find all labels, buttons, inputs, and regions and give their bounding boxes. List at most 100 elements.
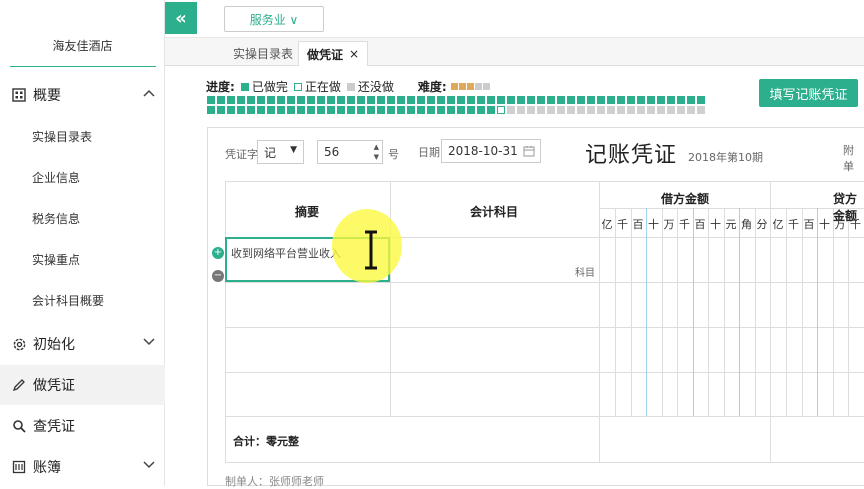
progress-square[interactable] [297,96,305,104]
progress-square[interactable] [317,96,325,104]
progress-square[interactable] [297,106,305,114]
progress-square[interactable] [637,106,645,114]
progress-square[interactable] [567,96,575,104]
progress-square[interactable] [657,106,665,114]
progress-square[interactable] [677,106,685,114]
add-row-icon[interactable]: + [212,247,224,259]
progress-square[interactable] [237,96,245,104]
progress-square[interactable] [517,106,525,114]
progress-square[interactable] [377,106,385,114]
progress-square[interactable] [487,106,495,114]
progress-square[interactable] [557,96,565,104]
progress-square[interactable] [457,106,465,114]
progress-square[interactable] [277,106,285,114]
progress-square[interactable] [577,106,585,114]
progress-square[interactable] [647,96,655,104]
nav-overview[interactable]: 概要 [0,75,165,115]
progress-square[interactable] [527,106,535,114]
collapse-sidebar-button[interactable]: « [165,2,197,34]
progress-square[interactable] [427,96,435,104]
progress-square[interactable] [467,96,475,104]
progress-square[interactable] [607,96,615,104]
progress-square[interactable] [537,96,545,104]
progress-square[interactable] [207,106,215,114]
date-field[interactable]: 2018-10-31 [441,139,541,163]
progress-square[interactable] [247,106,255,114]
sidebar-item-key-points[interactable]: 实操重点 [32,251,80,268]
progress-square[interactable] [407,106,415,114]
tab-make-voucher[interactable]: 做凭证 × [298,41,369,66]
progress-square[interactable] [607,106,615,114]
industry-dropdown[interactable]: 服务业 ∨ [224,6,324,32]
progress-square[interactable] [267,96,275,104]
progress-square[interactable] [317,106,325,114]
progress-square[interactable] [377,96,385,104]
progress-square[interactable] [387,96,395,104]
progress-square[interactable] [427,106,435,114]
progress-square[interactable] [327,96,335,104]
progress-square[interactable] [457,96,465,104]
progress-square[interactable] [227,96,235,104]
progress-square[interactable] [497,96,505,104]
progress-square[interactable] [257,96,265,104]
progress-square[interactable] [497,106,505,114]
progress-square[interactable] [627,96,635,104]
progress-square[interactable] [617,106,625,114]
progress-square[interactable] [207,96,215,104]
progress-square[interactable] [307,96,315,104]
progress-square[interactable] [577,96,585,104]
progress-square[interactable] [637,96,645,104]
progress-square[interactable] [417,96,425,104]
progress-square[interactable] [487,96,495,104]
progress-square[interactable] [307,106,315,114]
progress-square[interactable] [687,106,695,114]
progress-square[interactable] [347,106,355,114]
progress-square[interactable] [597,106,605,114]
progress-square[interactable] [447,106,455,114]
nav-ledger[interactable]: 账簿 [0,447,165,487]
progress-square[interactable] [697,96,705,104]
remove-row-icon[interactable]: − [212,270,224,282]
fill-voucher-button[interactable]: 填写记账凭证 [759,79,858,107]
progress-square[interactable] [697,106,705,114]
progress-square[interactable] [237,106,245,114]
progress-square[interactable] [357,96,365,104]
sidebar-item-tax-info[interactable]: 税务信息 [32,210,80,227]
progress-square[interactable] [547,96,555,104]
progress-square[interactable] [517,96,525,104]
progress-square[interactable] [327,106,335,114]
progress-square[interactable] [467,106,475,114]
progress-square[interactable] [547,106,555,114]
progress-square[interactable] [627,106,635,114]
progress-square[interactable] [337,96,345,104]
progress-square[interactable] [257,106,265,114]
progress-square[interactable] [537,106,545,114]
progress-square[interactable] [587,106,595,114]
sidebar-item-catalog[interactable]: 实操目录表 [32,128,92,145]
progress-square[interactable] [477,106,485,114]
stepper-arrows-icon[interactable]: ▲ ▼ [374,142,379,162]
progress-square[interactable] [347,96,355,104]
sidebar-item-company-info[interactable]: 企业信息 [32,169,80,186]
progress-square[interactable] [527,96,535,104]
progress-square[interactable] [287,96,295,104]
progress-square[interactable] [687,96,695,104]
progress-square[interactable] [437,96,445,104]
progress-square[interactable] [567,106,575,114]
calendar-icon[interactable] [523,145,535,160]
progress-square[interactable] [227,106,235,114]
progress-square[interactable] [667,106,675,114]
progress-square[interactable] [337,106,345,114]
progress-square[interactable] [667,96,675,104]
progress-square[interactable] [367,96,375,104]
progress-square[interactable] [217,96,225,104]
progress-square[interactable] [287,106,295,114]
progress-square[interactable] [677,96,685,104]
progress-square[interactable] [407,96,415,104]
progress-square[interactable] [617,96,625,104]
progress-square[interactable] [597,96,605,104]
progress-square[interactable] [507,106,515,114]
progress-square[interactable] [417,106,425,114]
nav-init[interactable]: 初始化 [0,324,165,364]
progress-square[interactable] [657,96,665,104]
